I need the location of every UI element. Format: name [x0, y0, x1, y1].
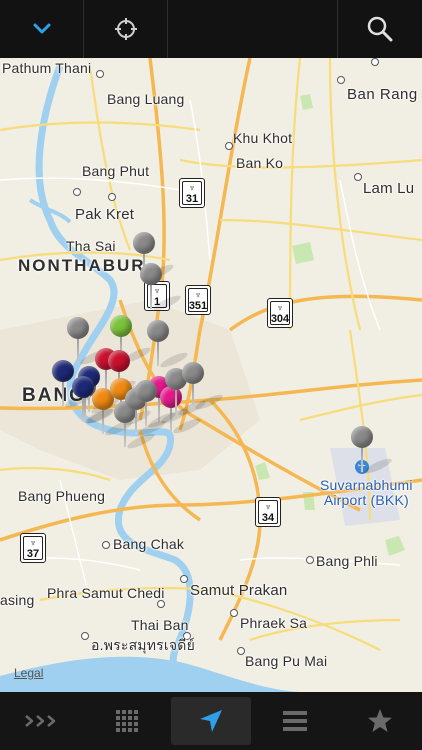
tab-forward[interactable] — [2, 697, 82, 745]
pin-needle — [62, 380, 64, 406]
place-dot — [96, 70, 104, 78]
pin-head — [351, 426, 373, 448]
map-pin[interactable] — [52, 360, 95, 410]
pin-needle — [77, 337, 79, 363]
place-dot — [337, 76, 345, 84]
pin-head — [135, 380, 157, 402]
crosshair-icon — [114, 18, 137, 40]
place-label: Bang Phut — [82, 163, 150, 179]
tab-favorites[interactable] — [340, 697, 420, 745]
highway-shield-31: ♆ 31 — [179, 178, 205, 208]
place-label: Phra Samut Chedi — [47, 585, 165, 601]
place-dot — [237, 647, 245, 655]
pin-head — [72, 376, 94, 398]
place-label: Thai Ban — [131, 617, 189, 633]
pin-head — [182, 362, 204, 384]
tab-list[interactable] — [255, 697, 335, 745]
pin-head — [140, 263, 162, 285]
highway-shield-351: ♆ 351 — [185, 285, 211, 315]
pin-head — [147, 320, 169, 342]
chevron-down-icon — [33, 23, 50, 34]
search-icon — [367, 16, 393, 42]
place-dot — [230, 609, 238, 617]
map-pin[interactable] — [140, 263, 183, 313]
place-dot — [157, 600, 165, 608]
map-view[interactable]: ♆ 31 ♆ 1 ♆ 351 ♆ 304 ♆ 34 ♆ 37 Pathum Thani Ba… — [0, 58, 422, 692]
map-pin[interactable] — [351, 426, 394, 476]
map-pin[interactable] — [135, 380, 178, 430]
place-dot — [354, 173, 362, 181]
place-label: NONTHABUR — [18, 256, 146, 275]
highway-shield-304: ♆ 304 — [267, 298, 293, 328]
pin-needle — [192, 382, 194, 408]
place-label: อ.พระสมุทรเจดีย์ — [91, 637, 195, 653]
map-pin[interactable] — [72, 376, 115, 426]
place-label: Bang Phueng — [18, 488, 106, 504]
place-dot — [306, 556, 314, 564]
map-pin[interactable] — [182, 362, 225, 412]
place-label: Lam Lu — [363, 180, 415, 197]
pin-head — [110, 315, 132, 337]
highway-shield-37: ♆ 37 — [20, 533, 46, 563]
place-label: Ban Rang — [347, 86, 418, 103]
place-label: asing — [0, 592, 35, 608]
place-dot — [73, 188, 81, 196]
grid-icon — [115, 710, 138, 732]
place-label: Pathum Thani — [2, 60, 92, 76]
place-label: Samut Prakan — [190, 582, 288, 599]
place-label: Phraek Sa — [240, 615, 308, 631]
place-label: Bang Chak — [113, 536, 185, 552]
place-label: Ban Ko — [236, 155, 284, 171]
map-pin[interactable] — [67, 317, 110, 367]
top-toolbar — [0, 0, 422, 58]
star-icon — [367, 709, 392, 732]
tab-grid[interactable] — [87, 697, 167, 745]
triple-chevron-right-icon — [25, 715, 56, 727]
toolbar-spacer — [168, 0, 338, 58]
search-button[interactable] — [338, 0, 422, 58]
pin-needle — [361, 446, 363, 472]
pin-head — [52, 360, 74, 382]
map-pin[interactable] — [147, 320, 190, 370]
place-dot — [180, 575, 188, 583]
pin-head — [108, 350, 130, 372]
pin-needle — [145, 400, 147, 426]
highway-shield-34: ♆ 34 — [255, 497, 281, 527]
pin-needle — [175, 388, 177, 414]
list-icon — [283, 711, 308, 731]
pin-needle — [82, 396, 84, 422]
pin-head — [133, 232, 155, 254]
bottom-tabbar — [0, 692, 422, 750]
place-dot — [225, 142, 233, 150]
place-dot — [102, 541, 110, 549]
place-dot — [81, 632, 89, 640]
airport-label: Suvarnabhumi Airport (BKK) — [320, 477, 413, 508]
place-label: Khu Khot — [233, 130, 293, 146]
place-dot — [108, 193, 116, 201]
locate-button[interactable] — [84, 0, 168, 58]
legal-link[interactable]: Legal — [14, 666, 43, 680]
pin-needle — [150, 283, 152, 309]
location-arrow-icon — [199, 710, 222, 732]
pin-needle — [157, 340, 159, 366]
place-dot — [371, 58, 379, 66]
pin-head — [67, 317, 89, 339]
place-label: Pak Kret — [75, 206, 135, 223]
place-label: Bang Phli — [316, 553, 378, 569]
collapse-button[interactable] — [0, 0, 84, 58]
place-label: Bang Pu Mai — [245, 653, 328, 669]
tab-location[interactable] — [170, 697, 251, 745]
place-label: Bang Luang — [107, 91, 185, 107]
place-label: Tha Sai — [66, 238, 116, 254]
